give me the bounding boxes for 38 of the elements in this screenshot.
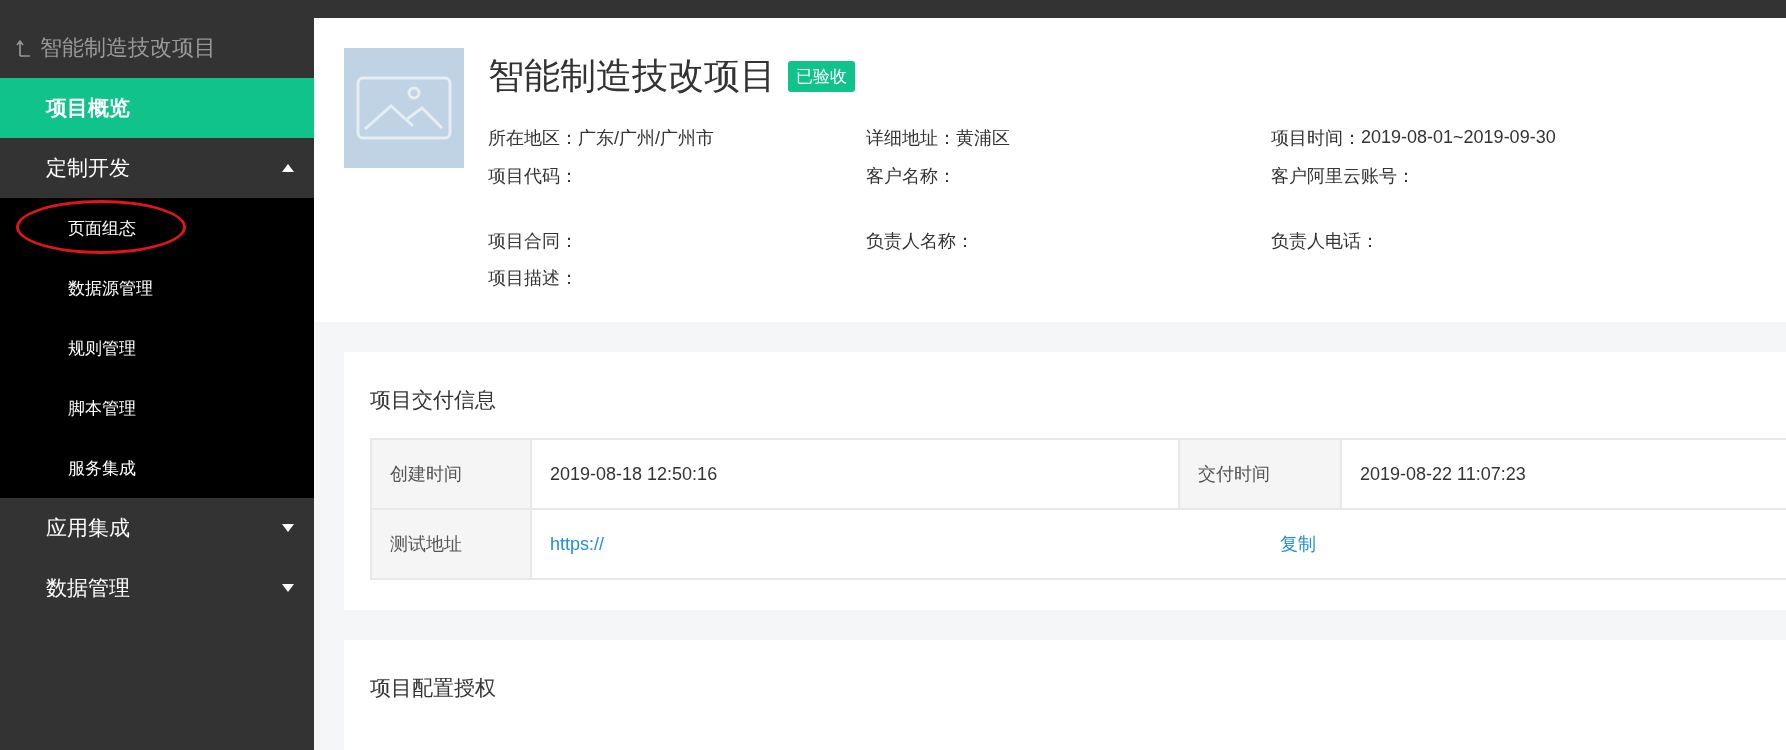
table-label-cell: 创建时间 — [371, 439, 531, 509]
sidebar-item[interactable]: 定制开发 — [0, 138, 314, 198]
status-badge: 已验收 — [788, 61, 855, 92]
field-label: 负责人名称： — [866, 229, 974, 253]
table-cell: 2019-08-22 11:07:23 — [1341, 439, 1786, 509]
sidebar-subitem[interactable]: 数据源管理 — [68, 276, 153, 300]
field-label: 所在地区： — [488, 126, 578, 150]
field-value: 2019-08-01~2019-09-30 — [1361, 127, 1556, 148]
sidebar-subitem[interactable]: 页面组态 — [68, 216, 136, 240]
field-value: 广东/广州/广州市 — [578, 126, 714, 150]
field-label: 客户名称： — [866, 165, 956, 188]
field-label: 项目描述： — [488, 266, 578, 290]
field-label: 客户阿里云账号： — [1271, 165, 1415, 188]
field-label: 项目时间： — [1271, 126, 1361, 150]
sidebar-item[interactable]: 应用集成 — [0, 498, 314, 558]
field-label: 项目合同： — [488, 229, 578, 253]
sidebar-item[interactable]: 数据管理 — [0, 558, 314, 618]
card-title: 项目配置授权 — [370, 675, 497, 701]
table-label-cell: 测试地址 — [371, 509, 531, 579]
sidebar-subitem[interactable]: 规则管理 — [68, 336, 136, 360]
sidebar-subitem[interactable]: 服务集成 — [68, 456, 136, 480]
field-label: 项目代码： — [488, 165, 578, 188]
back-arrow-icon[interactable] — [16, 38, 32, 58]
url-link[interactable]: https:// — [550, 533, 1280, 555]
sidebar-title: 智能制造技改项目 — [40, 34, 216, 62]
table-label-cell: 交付时间 — [1179, 439, 1341, 509]
caret-up-icon — [282, 164, 294, 172]
field-label: 负责人电话： — [1271, 229, 1379, 253]
caret-down-icon — [282, 524, 294, 532]
field-label: 详细地址： — [866, 126, 956, 150]
card-title: 项目交付信息 — [370, 387, 497, 413]
caret-down-icon — [282, 584, 294, 592]
copy-link[interactable]: 复制 — [1280, 532, 1316, 556]
table-cell: 2019-08-18 12:50:16 — [531, 439, 1179, 509]
sidebar-subitem[interactable]: 脚本管理 — [68, 396, 136, 420]
image-icon — [356, 76, 452, 140]
field-value: 黄浦区 — [956, 126, 1010, 150]
project-title: 智能制造技改项目 — [488, 54, 776, 98]
